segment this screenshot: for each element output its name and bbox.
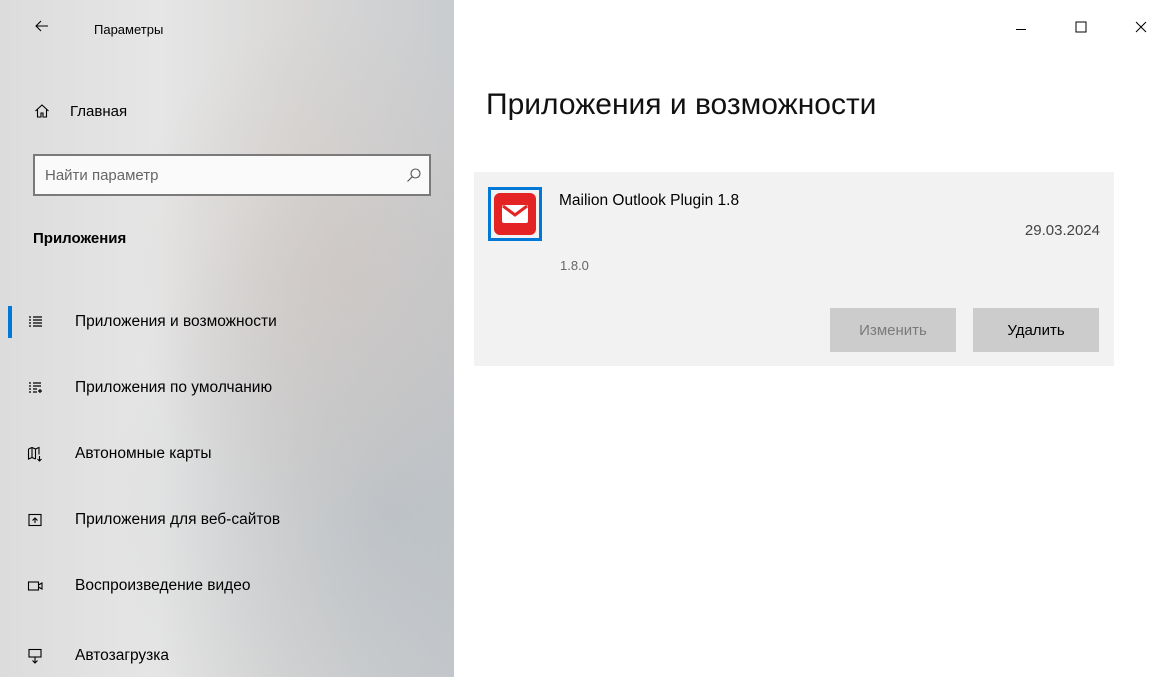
search-icon[interactable] bbox=[399, 156, 429, 194]
offline-maps-icon bbox=[26, 445, 44, 463]
section-title: Приложения bbox=[33, 230, 127, 247]
page-title: Приложения и возможности bbox=[486, 88, 877, 121]
window-title: Параметры bbox=[94, 22, 164, 37]
sidebar-item-offline-maps[interactable]: Автономные карты bbox=[0, 434, 454, 474]
minimize-icon bbox=[1016, 29, 1026, 30]
app-version: 1.8.0 bbox=[560, 258, 589, 273]
search-box[interactable] bbox=[33, 154, 431, 196]
sidebar-item-default-apps[interactable]: Приложения по умолчанию bbox=[0, 368, 454, 408]
app-icon-frame bbox=[488, 187, 542, 241]
sidebar-item-startup[interactable]: Автозагрузка bbox=[0, 636, 454, 676]
app-list-item[interactable]: Mailion Outlook Plugin 1.8 29.03.2024 1.… bbox=[474, 172, 1114, 366]
sidebar-item-video-playback[interactable]: Воспроизведение видео bbox=[0, 566, 454, 606]
sidebar-item-label: Приложения и возможности bbox=[75, 313, 277, 330]
close-icon bbox=[1135, 21, 1147, 33]
startup-icon bbox=[26, 647, 44, 665]
modify-button[interactable]: Изменить bbox=[830, 308, 956, 352]
search-input[interactable] bbox=[35, 155, 399, 195]
sidebar: Параметры Главная Приложения Приложения … bbox=[0, 0, 454, 677]
app-name: Mailion Outlook Plugin 1.8 bbox=[559, 192, 740, 209]
sidebar-item-apps-features[interactable]: Приложения и возможности bbox=[0, 302, 454, 342]
video-playback-icon bbox=[26, 577, 44, 595]
default-apps-icon bbox=[26, 379, 44, 397]
maximize-icon bbox=[1075, 21, 1087, 33]
uninstall-button[interactable]: Удалить bbox=[973, 308, 1099, 352]
sidebar-item-label: Приложения для веб-сайтов bbox=[75, 511, 281, 528]
selection-indicator bbox=[8, 306, 12, 338]
maximize-button[interactable] bbox=[1061, 12, 1101, 42]
app-install-date: 29.03.2024 bbox=[1024, 222, 1100, 239]
sidebar-item-label: Автономные карты bbox=[75, 445, 212, 462]
sidebar-item-label: Воспроизведение видео bbox=[75, 577, 251, 594]
close-button[interactable] bbox=[1121, 12, 1161, 42]
home-icon bbox=[35, 104, 49, 118]
minimize-button[interactable] bbox=[1001, 12, 1041, 42]
home-label: Главная bbox=[70, 102, 128, 120]
sidebar-item-home[interactable]: Главная bbox=[34, 100, 127, 122]
sidebar-item-label: Приложения по умолчанию bbox=[75, 379, 273, 396]
mail-app-icon bbox=[494, 193, 536, 235]
apps-websites-icon bbox=[26, 511, 44, 529]
sidebar-item-label: Автозагрузка bbox=[75, 647, 170, 664]
apps-features-icon bbox=[26, 313, 44, 331]
back-button[interactable] bbox=[32, 18, 52, 38]
back-arrow-icon bbox=[35, 20, 48, 32]
sidebar-item-apps-websites[interactable]: Приложения для веб-сайтов bbox=[0, 500, 454, 540]
